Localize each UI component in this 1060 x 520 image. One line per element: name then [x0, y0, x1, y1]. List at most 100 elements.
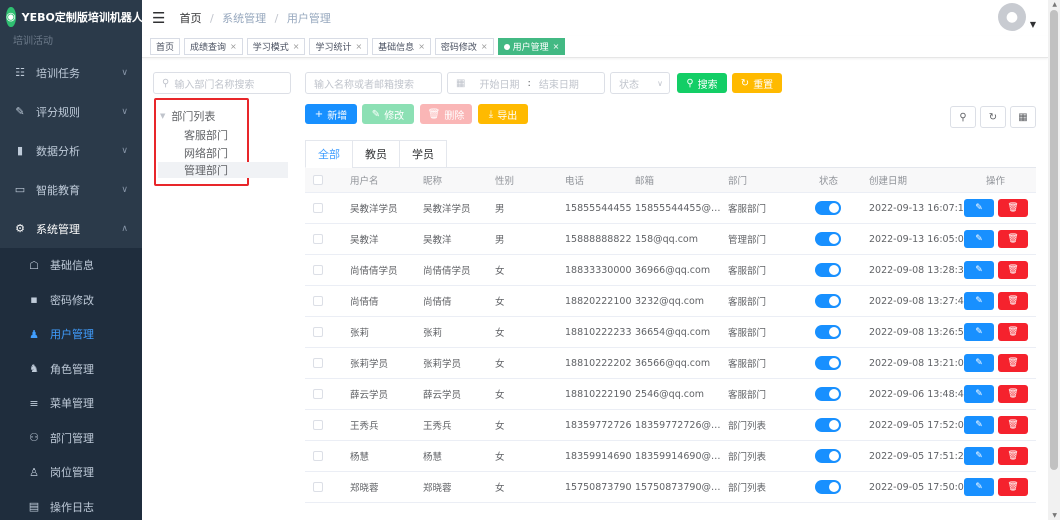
row-delete-button[interactable]: 🗑: [998, 230, 1028, 248]
status-switch[interactable]: [815, 294, 841, 308]
sidebar-item-basic-info[interactable]: ☖ 基础信息: [0, 248, 142, 283]
export-button[interactable]: ⤓ 导出: [478, 104, 528, 124]
row-edit-button[interactable]: ✎: [964, 385, 994, 403]
table-row[interactable]: 薛云学员 薛云学员 女 18810222190 2546@qq.com 客服部门 2022-…: [305, 379, 1036, 410]
tag-study-mode[interactable]: 学习模式 ×: [246, 38, 306, 55]
sidebar-item-data-analysis[interactable]: ▮ 数据分析 ∨: [0, 131, 142, 170]
refresh-button[interactable]: ↻: [980, 106, 1006, 128]
row-edit-button[interactable]: ✎: [964, 478, 994, 496]
search-button[interactable]: ⚲ 搜索: [677, 73, 727, 93]
row-delete-button[interactable]: 🗑: [998, 261, 1028, 279]
tag-study-stats[interactable]: 学习统计 ×: [309, 38, 369, 55]
toggle-search-button[interactable]: ⚲: [950, 106, 976, 128]
status-switch[interactable]: [815, 356, 841, 370]
tag-basic-info[interactable]: 基础信息 ×: [372, 38, 431, 55]
tab-student[interactable]: 学员: [399, 140, 447, 168]
row-checkbox[interactable]: [313, 327, 323, 337]
row-edit-button[interactable]: ✎: [964, 199, 994, 217]
row-delete-button[interactable]: 🗑: [998, 323, 1028, 341]
scroll-down-icon[interactable]: ▼: [1052, 512, 1057, 519]
sidebar-item-password[interactable]: ▪ 密码修改: [0, 283, 142, 318]
tag-score-query[interactable]: 成绩查询 ×: [184, 38, 243, 55]
table-row[interactable]: 吴教洋 吴教洋 男 15888888822 158@qq.com 管理部门 2022-09-…: [305, 224, 1036, 255]
dept-search-input[interactable]: ⚲ 输入部门名称搜索: [153, 72, 291, 94]
tag-home[interactable]: 首页: [150, 38, 181, 55]
status-switch[interactable]: [815, 449, 841, 463]
close-icon[interactable]: ×: [481, 42, 488, 51]
sidebar-item-smart-education[interactable]: ▭ 智能教育 ∨: [0, 170, 142, 209]
sidebar-item-dept-management[interactable]: ⚇ 部门管理: [0, 421, 142, 456]
close-icon[interactable]: ×: [293, 42, 300, 51]
sidebar-item-cut[interactable]: 培训活动: [0, 33, 142, 47]
keyword-search-input[interactable]: 输入名称或者邮箱搜索: [305, 72, 442, 94]
close-icon[interactable]: ×: [418, 42, 425, 51]
row-checkbox[interactable]: [313, 420, 323, 430]
hamburger-icon[interactable]: ☰: [152, 9, 165, 27]
tree-node-customer-service[interactable]: 客服部门: [184, 127, 228, 143]
sidebar-item-user-management[interactable]: ♟ 用户管理: [0, 317, 142, 352]
row-checkbox[interactable]: [313, 358, 323, 368]
date-range-picker[interactable]: ▦ 开始日期 : 结束日期: [447, 72, 605, 94]
delete-button[interactable]: 🗑 删除: [420, 104, 472, 124]
caret-down-icon[interactable]: ▼: [1030, 20, 1036, 29]
table-row[interactable]: 吴教洋学员 吴教洋学员 男 1585554445515855544455@qq....…: [305, 193, 1036, 224]
status-switch[interactable]: [815, 232, 841, 246]
row-checkbox[interactable]: [313, 265, 323, 275]
sidebar-item-role-management[interactable]: ♞ 角色管理: [0, 352, 142, 387]
close-icon[interactable]: ×: [230, 42, 237, 51]
scroll-up-icon[interactable]: ▲: [1052, 1, 1057, 8]
select-all-checkbox[interactable]: [313, 175, 323, 185]
edit-button[interactable]: ✎ 修改: [362, 104, 414, 124]
row-edit-button[interactable]: ✎: [964, 354, 994, 372]
status-switch[interactable]: [815, 263, 841, 277]
table-row[interactable]: 张莉 张莉 女 18810222233 36654@qq.com 客服部门 2022-09-…: [305, 317, 1036, 348]
brand[interactable]: ◉ YEBO定制版培训机器人: [0, 0, 142, 33]
row-edit-button[interactable]: ✎: [964, 261, 994, 279]
status-switch[interactable]: [815, 418, 841, 432]
table-row[interactable]: 王秀兵 王秀兵 女 18359772726 18359772726@13... 部门列表 2…: [305, 410, 1036, 441]
table-row[interactable]: 尚倩倩 尚倩倩 女 18820222100 3232@qq.com 客服部门 2022-09…: [305, 286, 1036, 317]
row-edit-button[interactable]: ✎: [964, 292, 994, 310]
add-button[interactable]: + 新增: [305, 104, 357, 124]
table-row[interactable]: 杨慧 杨慧 女 18359914690 18359914690@13... 部门列表 202…: [305, 441, 1036, 472]
status-switch[interactable]: [815, 480, 841, 494]
sidebar-item-system-management[interactable]: ⚙ 系统管理 ∧: [0, 209, 142, 248]
table-row[interactable]: 张莉学员 张莉学员 女 18810222202 36566@qq.com 客服部门 2022…: [305, 348, 1036, 379]
row-edit-button[interactable]: ✎: [964, 447, 994, 465]
status-switch[interactable]: [815, 325, 841, 339]
columns-button[interactable]: ▦: [1010, 106, 1036, 128]
row-delete-button[interactable]: 🗑: [998, 447, 1028, 465]
tree-node-management[interactable]: 管理部门: [158, 162, 288, 178]
reset-button[interactable]: ↻ 重置: [732, 73, 782, 93]
row-checkbox[interactable]: [313, 482, 323, 492]
row-delete-button[interactable]: 🗑: [998, 354, 1028, 372]
row-delete-button[interactable]: 🗑: [998, 199, 1028, 217]
row-checkbox[interactable]: [313, 296, 323, 306]
sidebar-item-menu-management[interactable]: ≡ 菜单管理: [0, 386, 142, 421]
tag-user-management[interactable]: 用户管理 ×: [497, 38, 566, 55]
scroll-thumb[interactable]: [1050, 10, 1058, 470]
row-checkbox[interactable]: [313, 451, 323, 461]
avatar[interactable]: ●: [998, 3, 1026, 31]
row-delete-button[interactable]: 🗑: [998, 478, 1028, 496]
row-checkbox[interactable]: [313, 203, 323, 213]
status-switch[interactable]: [815, 201, 841, 215]
page-scrollbar[interactable]: ▲ ▼: [1048, 0, 1060, 520]
table-row[interactable]: 尚倩倩学员 尚倩倩学员 女 18833330000 36966@qq.com 客服部门 20…: [305, 255, 1036, 286]
sidebar-item-operation-log[interactable]: ▤ 操作日志: [0, 490, 142, 520]
status-switch[interactable]: [815, 387, 841, 401]
table-row[interactable]: 郑晓蓉 郑晓蓉 女 15750873790 15750873790@13... 部门列表 2…: [305, 472, 1036, 503]
row-edit-button[interactable]: ✎: [964, 416, 994, 434]
sidebar-item-post-management[interactable]: ♙ 岗位管理: [0, 455, 142, 490]
caret-down-icon[interactable]: ▼: [160, 112, 165, 120]
breadcrumb-home[interactable]: 首页: [179, 12, 201, 25]
close-icon[interactable]: ×: [355, 42, 362, 51]
sidebar-item-training-task[interactable]: ☷ 培训任务 ∨: [0, 53, 142, 92]
row-delete-button[interactable]: 🗑: [998, 385, 1028, 403]
tab-teacher[interactable]: 教员: [352, 140, 399, 168]
row-checkbox[interactable]: [313, 389, 323, 399]
close-icon[interactable]: ×: [553, 42, 560, 51]
tab-all[interactable]: 全部: [305, 140, 352, 168]
row-checkbox[interactable]: [313, 234, 323, 244]
status-select[interactable]: 状态 ∨: [610, 72, 670, 94]
